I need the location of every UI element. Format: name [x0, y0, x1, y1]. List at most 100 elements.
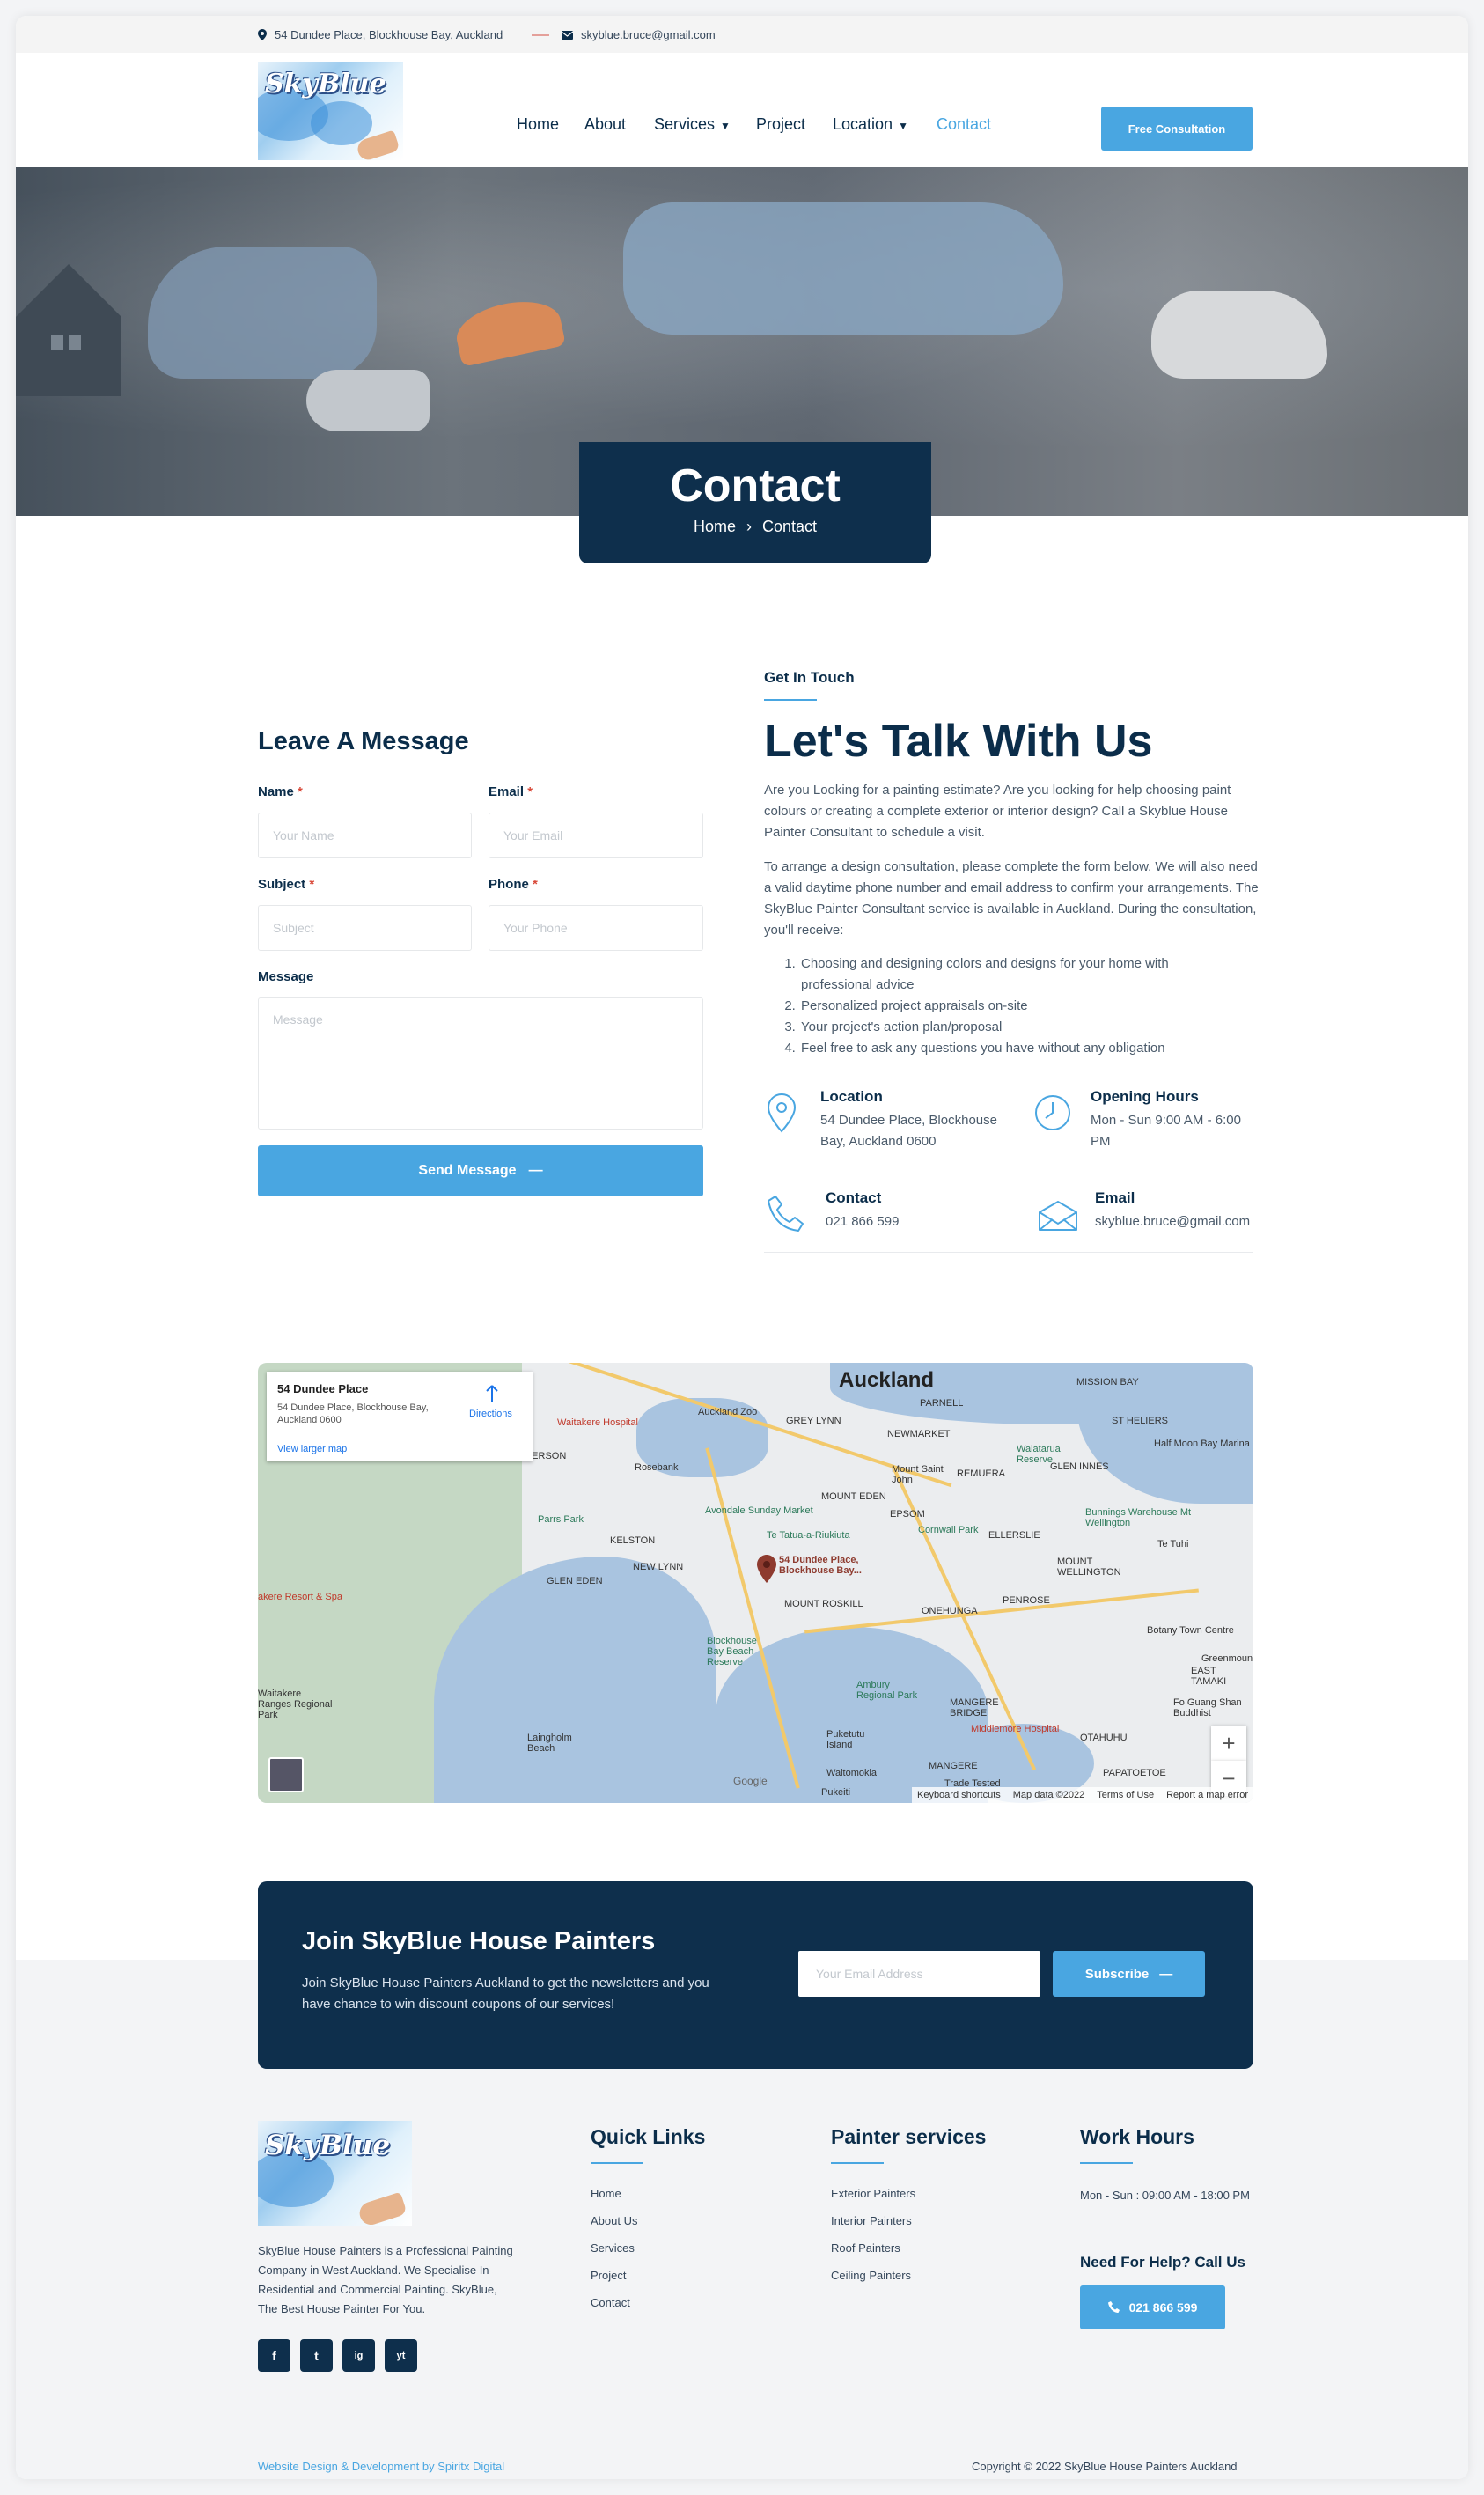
hero-jeans-left: [148, 247, 377, 379]
map-label: OTAHUHU: [1080, 1733, 1128, 1743]
facebook-icon[interactable]: f: [258, 2339, 290, 2372]
topbar-separator: [532, 34, 549, 36]
name-input[interactable]: Your Name: [258, 813, 472, 858]
view-larger-map-link[interactable]: View larger map: [277, 1444, 347, 1454]
talk-heading: Let's Talk With Us: [764, 716, 1153, 767]
arrow-right-icon: —: [528, 1163, 543, 1178]
newsletter-email-input[interactable]: Your Email Address: [798, 1951, 1040, 1997]
map-marker-icon[interactable]: [757, 1555, 776, 1583]
google-map[interactable]: Auckland PARNELL GREY LYNN NEWMARKET Auc…: [258, 1363, 1253, 1803]
map-label: KELSTON: [610, 1535, 656, 1546]
zoom-in-button[interactable]: +: [1211, 1726, 1246, 1761]
heading-underline: [1080, 2162, 1133, 2164]
footer-link[interactable]: Contact: [591, 2296, 630, 2309]
nav-project[interactable]: Project: [756, 115, 805, 134]
email-text[interactable]: skyblue.bruce@gmail.com: [1095, 1211, 1250, 1233]
nav-about-label: About: [584, 115, 627, 133]
map-card-title: 54 Dundee Place: [277, 1382, 369, 1395]
site-logo[interactable]: SkyBlue: [258, 62, 403, 160]
chevron-down-icon: ▼: [898, 120, 908, 132]
map-label: Puketutu Island: [826, 1729, 865, 1750]
envelope-icon: [562, 30, 573, 40]
house-icon: [16, 264, 121, 396]
map-label: PARNELL: [920, 1398, 964, 1409]
topbar-email-text[interactable]: skyblue.bruce@gmail.com: [581, 28, 716, 41]
directions-icon[interactable]: [482, 1384, 502, 1403]
quick-links-title: Quick Links: [591, 2125, 706, 2148]
map-label: PAPATOETOE: [1103, 1768, 1166, 1778]
footer-link[interactable]: Project: [591, 2269, 626, 2282]
map-label: Waitomokia: [826, 1768, 878, 1778]
breadcrumb-home[interactable]: Home: [694, 518, 736, 535]
credit-link[interactable]: Website Design & Development by Spiritx …: [258, 2460, 504, 2473]
call-button[interactable]: 021 866 599: [1080, 2285, 1225, 2329]
topbar-email[interactable]: skyblue.bruce@gmail.com: [562, 28, 716, 41]
footer-logo-text: SkyBlue: [265, 2130, 391, 2161]
map-label: Te Tuhi: [1157, 1539, 1189, 1549]
nav-contact[interactable]: Contact: [937, 115, 991, 134]
list-item: Choosing and designing colors and design…: [799, 953, 1239, 996]
footer-link[interactable]: Interior Painters: [831, 2214, 912, 2227]
youtube-icon[interactable]: yt: [385, 2339, 417, 2372]
map-label: MISSION BAY: [1076, 1377, 1139, 1387]
twitter-icon[interactable]: t: [300, 2339, 333, 2372]
footer-link[interactable]: Home: [591, 2187, 621, 2200]
footer-link[interactable]: Exterior Painters: [831, 2187, 915, 2200]
location-title: Location: [820, 1088, 883, 1105]
phone-input[interactable]: Your Phone: [489, 905, 703, 951]
google-watermark: Google: [733, 1775, 768, 1787]
name-label-text: Name: [258, 784, 294, 799]
free-consultation-button[interactable]: Free Consultation: [1101, 107, 1253, 151]
footer-link[interactable]: About Us: [591, 2214, 637, 2227]
message-label-text: Message: [258, 969, 314, 984]
map-label: Bunnings Warehouse Mt Wellington: [1085, 1507, 1192, 1528]
get-in-touch-eyebrow: Get In Touch: [764, 669, 855, 686]
top-bar: 54 Dundee Place, Blockhouse Bay, Aucklan…: [16, 16, 1468, 53]
directions-link[interactable]: Directions: [469, 1409, 512, 1419]
map-label: REMUERA: [957, 1468, 1006, 1479]
required-mark: *: [533, 877, 538, 892]
required-mark: *: [309, 877, 315, 892]
footer-logo[interactable]: SkyBlue: [258, 2121, 412, 2226]
nav-services[interactable]: Services ▼: [654, 115, 731, 134]
map-info-card: 54 Dundee Place 54 Dundee Place, Blockho…: [267, 1372, 533, 1461]
footer-link[interactable]: Roof Painters: [831, 2241, 900, 2255]
nav-home[interactable]: Home: [517, 115, 559, 134]
required-mark: *: [298, 784, 303, 799]
newsletter-title: Join SkyBlue House Painters: [302, 1927, 656, 1955]
map-card-address: 54 Dundee Place, Blockhouse Bay, Aucklan…: [277, 1402, 429, 1425]
instagram-icon[interactable]: ig: [342, 2339, 375, 2372]
map-footer-link: Map data ©2022: [1012, 1790, 1085, 1800]
nav-location-label: Location: [833, 115, 893, 133]
map-layer-toggle[interactable]: [268, 1757, 304, 1792]
map-label: GLEN INNES: [1050, 1461, 1109, 1472]
footer-link[interactable]: Ceiling Painters: [831, 2269, 911, 2282]
nav-location[interactable]: Location ▼: [833, 115, 908, 134]
map-label: EAST TAMAKI: [1191, 1666, 1227, 1687]
map-footer-link[interactable]: Terms of Use: [1097, 1790, 1154, 1800]
map-city-label: Auckland: [839, 1368, 935, 1392]
subscribe-button[interactable]: Subscribe —: [1053, 1951, 1205, 1997]
name-placeholder: Your Name: [273, 828, 334, 843]
email-input[interactable]: Your Email: [489, 813, 703, 858]
nav-about[interactable]: About: [584, 115, 626, 134]
clock-icon: [1035, 1095, 1070, 1130]
message-textarea[interactable]: Message: [258, 997, 703, 1130]
map-label: Auckland Zoo: [698, 1407, 758, 1417]
map-footer-link[interactable]: Report a map error: [1166, 1790, 1248, 1800]
logo-text: SkyBlue: [265, 69, 386, 99]
map-footer-link[interactable]: Keyboard shortcuts: [917, 1790, 1001, 1800]
page-title: Contact: [670, 460, 841, 512]
map-label: Te Tatua-a-Riukiuta: [767, 1530, 850, 1541]
heading-underline: [831, 2162, 884, 2164]
call-button-label: 021 866 599: [1128, 2300, 1198, 2315]
footer-link[interactable]: Services: [591, 2241, 635, 2255]
eyebrow-underline: [764, 699, 817, 701]
contact-text[interactable]: 021 866 599: [826, 1211, 899, 1233]
logo-hand-roller: [356, 2191, 408, 2226]
send-message-button[interactable]: Send Message —: [258, 1145, 703, 1196]
hero-title-card: Contact Home › Contact: [579, 442, 931, 563]
contact-title: Contact: [826, 1189, 882, 1206]
list-item: Personalized project appraisals on-site: [799, 996, 1239, 1017]
subject-input[interactable]: Subject: [258, 905, 472, 951]
